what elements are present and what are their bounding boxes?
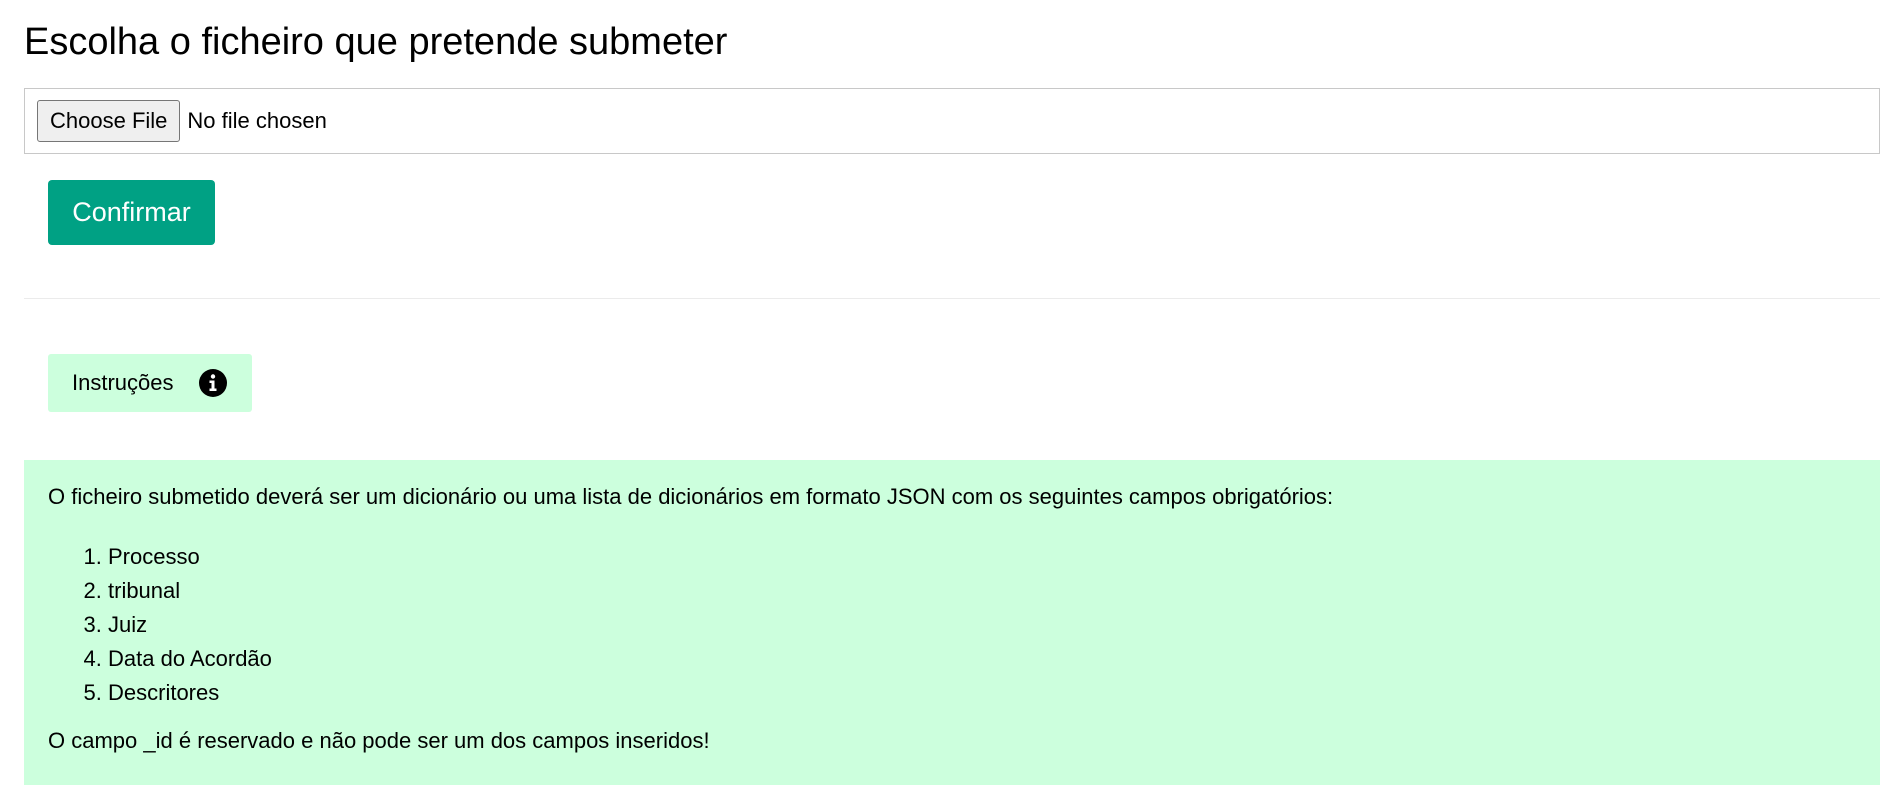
list-item: tribunal — [108, 574, 1856, 608]
instructions-intro: O ficheiro submetido deverá ser um dicio… — [48, 484, 1334, 509]
upload-page: Escolha o ficheiro que pretende submeter… — [0, 0, 1902, 807]
divider — [24, 298, 1880, 299]
file-upload-box: Choose File No file chosen — [24, 88, 1880, 154]
instructions-toggle-button[interactable]: Instruções — [48, 354, 252, 412]
file-status-text: No file chosen — [187, 108, 327, 133]
list-item: Juiz — [108, 608, 1856, 642]
list-item: Processo — [108, 540, 1856, 574]
info-circle-icon — [198, 368, 228, 398]
required-fields-list: Processo tribunal Juiz Data do Acordão D… — [48, 540, 1856, 710]
page-title: Escolha o ficheiro que pretende submeter — [24, 21, 728, 63]
instructions-panel: O ficheiro submetido deverá ser um dicio… — [24, 460, 1880, 785]
instructions-toggle-label: Instruções — [72, 370, 174, 395]
instructions-note: O campo _id é reservado e não pode ser u… — [48, 728, 710, 754]
confirm-button[interactable]: Confirmar — [48, 180, 215, 245]
list-item: Descritores — [108, 676, 1856, 710]
choose-file-button[interactable]: Choose File — [37, 100, 181, 142]
list-item: Data do Acordão — [108, 642, 1856, 676]
